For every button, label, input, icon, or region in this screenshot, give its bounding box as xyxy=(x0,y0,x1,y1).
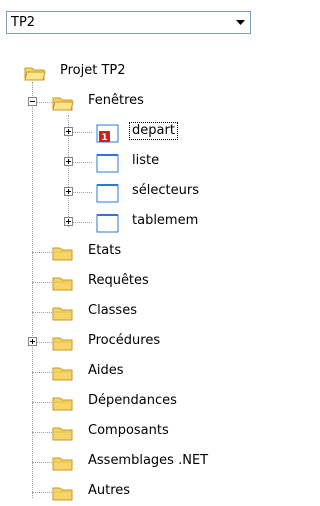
tree-item-label: tablemem xyxy=(132,213,199,228)
tree-item-label: Fenêtres xyxy=(88,93,144,108)
tree-item-label: Autres xyxy=(88,483,131,498)
tree-item-window-liste[interactable]: liste xyxy=(0,152,257,173)
tree-item-label: Requêtes xyxy=(88,273,149,288)
tree-item-label: Assemblages .NET xyxy=(88,453,209,468)
folder-open-icon xyxy=(52,94,74,116)
tree-item-etats[interactable]: Etats xyxy=(0,242,257,262)
tree-item-label: Classes xyxy=(88,303,137,318)
folder-icon xyxy=(52,274,74,296)
tree-item-window-depart[interactable]: 1 depart xyxy=(0,122,257,143)
expand-icon[interactable] xyxy=(64,217,73,226)
project-tree: Projet TP2 Fenêtres 1 depart liste sélec… xyxy=(0,0,257,503)
tree-item-window-tablemem[interactable]: tablemem xyxy=(0,212,257,233)
window-icon xyxy=(94,213,122,237)
tree-item-label: Projet TP2 xyxy=(60,63,126,78)
tree-item-composants[interactable]: Composants xyxy=(0,422,257,442)
tree-item-classes[interactable]: Classes xyxy=(0,302,257,322)
folder-icon xyxy=(52,364,74,386)
window-icon xyxy=(94,153,122,177)
tree-item-assemblages-net[interactable]: Assemblages .NET xyxy=(0,452,257,472)
tree-item-label: sélecteurs xyxy=(132,183,199,198)
folder-icon xyxy=(52,454,74,476)
expand-icon[interactable] xyxy=(64,127,73,136)
tree-item-label: liste xyxy=(132,153,160,168)
tree-item-label: Procédures xyxy=(88,333,161,348)
tree-item-project-root[interactable]: Projet TP2 xyxy=(0,62,257,82)
folder-icon xyxy=(52,394,74,416)
folder-icon xyxy=(52,424,74,446)
tree-item-dependances[interactable]: Dépendances xyxy=(0,392,257,412)
expand-icon[interactable] xyxy=(64,157,73,166)
tree-item-fenetres[interactable]: Fenêtres xyxy=(0,92,257,112)
expand-icon[interactable] xyxy=(64,187,73,196)
window-start-icon: 1 xyxy=(94,123,122,147)
expand-icon[interactable] xyxy=(28,337,37,346)
window-icon xyxy=(94,183,122,207)
tree-item-autres[interactable]: Autres xyxy=(0,482,257,502)
tree-item-label: Etats xyxy=(88,243,122,258)
tree-item-label: Dépendances xyxy=(88,393,177,408)
tree-item-procedures[interactable]: Procédures xyxy=(0,332,257,352)
tree-item-aides[interactable]: Aides xyxy=(0,362,257,382)
folder-open-icon xyxy=(24,64,46,86)
tree-item-label: Aides xyxy=(88,363,124,378)
folder-icon xyxy=(52,244,74,266)
svg-text:1: 1 xyxy=(101,133,107,143)
collapse-icon[interactable] xyxy=(28,97,37,106)
tree-item-label: depart xyxy=(129,122,178,140)
folder-icon xyxy=(52,334,74,356)
tree-item-requetes[interactable]: Requêtes xyxy=(0,272,257,292)
tree-item-window-selecteurs[interactable]: sélecteurs xyxy=(0,182,257,203)
tree-item-label: Composants xyxy=(88,423,169,438)
folder-icon xyxy=(52,304,74,326)
